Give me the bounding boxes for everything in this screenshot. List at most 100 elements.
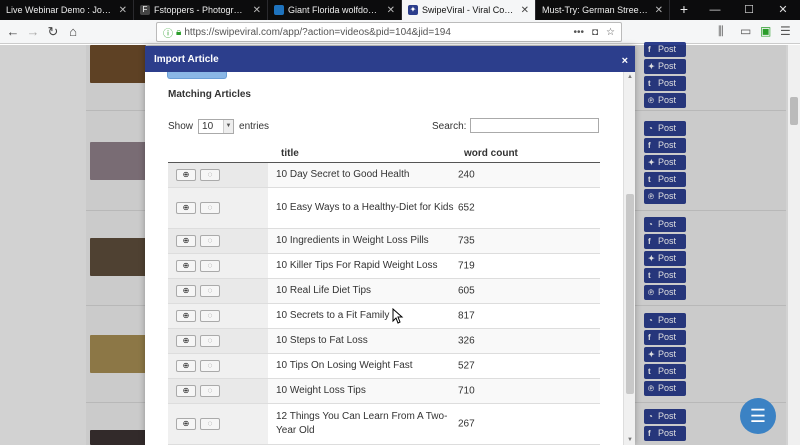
- window-controls: — ☐ ✕: [698, 0, 800, 20]
- partial-top-button[interactable]: [167, 72, 227, 79]
- home-icon[interactable]: ⌂: [64, 23, 82, 41]
- page-actions-icon[interactable]: •••: [573, 27, 584, 38]
- tab-title: SwipeViral - Viral Content at: [422, 5, 515, 15]
- extension-icon[interactable]: ▣: [760, 24, 771, 38]
- browser-tab[interactable]: F Fstoppers - Photography Ne ✕: [134, 0, 268, 20]
- search-label: Search:: [432, 121, 467, 132]
- tab-title: Fstoppers - Photography Ne: [154, 5, 247, 15]
- page-scrollbar[interactable]: [788, 45, 800, 445]
- loading-spinner-icon[interactable]: ◌: [200, 385, 220, 397]
- add-article-button[interactable]: ⊕: [176, 360, 196, 372]
- tab-close-icon[interactable]: ✕: [387, 5, 395, 16]
- new-tab-button[interactable]: +: [670, 0, 698, 20]
- article-title: 10 Easy Ways to a Healthy-Diet for Kids: [276, 202, 454, 213]
- browser-tab[interactable]: Giant Florida wolfdog goes ✕: [268, 0, 402, 20]
- column-header-word-count[interactable]: word count: [464, 148, 518, 159]
- import-article-modal: Import Article × Matching Articles Show …: [145, 46, 635, 445]
- loading-spinner-icon[interactable]: ◌: [200, 235, 220, 247]
- chat-widget-icon[interactable]: ☰: [740, 398, 776, 434]
- article-word-count: 719: [458, 260, 475, 272]
- library-icon[interactable]: ⫼: [718, 24, 724, 39]
- tab-title: Must-Try: German Street Food: [542, 5, 649, 15]
- back-arrow-icon[interactable]: ←: [4, 23, 22, 41]
- scroll-down-icon[interactable]: ▼: [624, 435, 636, 445]
- tab-close-icon[interactable]: ✕: [253, 5, 261, 16]
- article-word-count: 710: [458, 385, 475, 397]
- modal-close-icon[interactable]: ×: [622, 47, 628, 75]
- add-article-button[interactable]: ⊕: [176, 260, 196, 272]
- chevron-down-icon: ▼: [223, 120, 234, 133]
- browser-tab[interactable]: Must-Try: German Street Food ✕: [536, 0, 670, 20]
- table-row: ⊕ ◌ 10 Ingredients in Weight Loss Pills …: [168, 229, 600, 254]
- reload-icon[interactable]: ↻: [44, 23, 62, 41]
- search-input[interactable]: [470, 118, 599, 133]
- add-article-button[interactable]: ⊕: [176, 235, 196, 247]
- section-title: Matching Articles: [168, 89, 251, 100]
- article-title: 10 Ingredients in Weight Loss Pills: [276, 235, 429, 246]
- browser-tab-active[interactable]: ✦ SwipeViral - Viral Content at ✕: [402, 0, 536, 20]
- add-article-button[interactable]: ⊕: [176, 310, 196, 322]
- info-icon[interactable]: ⓘ: [163, 25, 173, 40]
- maximize-icon[interactable]: ☐: [732, 0, 766, 20]
- page-scrollbar-thumb[interactable]: [790, 97, 798, 125]
- loading-spinner-icon[interactable]: ◌: [200, 260, 220, 272]
- articles-table: title word count ⊕ ◌ 10 Day Secret to Go…: [168, 136, 600, 445]
- table-row: ⊕ ◌ 10 Day Secret to Good Health 240: [168, 163, 600, 188]
- add-article-button[interactable]: ⊕: [176, 285, 196, 297]
- loading-spinner-icon[interactable]: ◌: [200, 285, 220, 297]
- forward-arrow-icon[interactable]: →: [24, 23, 42, 41]
- lock-icon: 🔒︎: [176, 26, 182, 38]
- tab-close-icon[interactable]: ✕: [521, 5, 529, 16]
- minimize-icon[interactable]: —: [698, 0, 732, 20]
- add-article-button[interactable]: ⊕: [176, 418, 196, 430]
- add-article-button[interactable]: ⊕: [176, 385, 196, 397]
- article-title: 10 Secrets to a Fit Family: [276, 310, 390, 321]
- table-row: ⊕ ◌ 10 Killer Tips For Rapid Weight Loss…: [168, 254, 600, 279]
- loading-spinner-icon[interactable]: ◌: [200, 202, 220, 214]
- column-header-title[interactable]: title: [281, 148, 299, 159]
- table-row: ⊕ ◌ 10 Secrets to a Fit Family 817: [168, 304, 600, 329]
- table-row: ⊕ ◌ 10 Tips On Losing Weight Fast 527: [168, 354, 600, 379]
- row-actions: ⊕ ◌: [168, 329, 268, 353]
- modal-scrollbar-thumb[interactable]: [626, 194, 634, 394]
- mouse-cursor-icon: [392, 308, 404, 324]
- table-body: ⊕ ◌ 10 Day Secret to Good Health 240 ⊕ ◌…: [168, 163, 600, 445]
- browser-tab[interactable]: Live Webinar Demo : Job Videos ✕: [0, 0, 134, 20]
- tab-close-icon[interactable]: ✕: [119, 5, 127, 16]
- entries-select-value: 10: [202, 121, 214, 132]
- bookmark-star-icon[interactable]: ☆: [606, 27, 615, 38]
- sidebar-icon[interactable]: ▭: [740, 24, 751, 38]
- scroll-up-icon[interactable]: ▲: [624, 72, 636, 82]
- add-article-button[interactable]: ⊕: [176, 202, 196, 214]
- entries-select[interactable]: 10 ▼: [198, 119, 235, 134]
- add-article-button[interactable]: ⊕: [176, 169, 196, 181]
- table-row: ⊕ ◌ 10 Weight Loss Tips 710: [168, 379, 600, 404]
- loading-spinner-icon[interactable]: ◌: [200, 169, 220, 181]
- close-window-icon[interactable]: ✕: [766, 0, 800, 20]
- article-title: 12 Things You Can Learn From A Two-Year …: [276, 411, 448, 436]
- modal-scrollbar[interactable]: ▲ ▼: [623, 72, 635, 445]
- swipeviral-favicon-icon: ✦: [408, 5, 418, 15]
- table-row: ⊕ ◌ 10 Real Life Diet Tips 605: [168, 279, 600, 304]
- article-title: 10 Day Secret to Good Health: [276, 169, 410, 180]
- url-text[interactable]: https://swipeviral.com/app/?action=video…: [184, 27, 565, 38]
- loading-spinner-icon[interactable]: ◌: [200, 418, 220, 430]
- tab-close-icon[interactable]: ✕: [655, 5, 663, 16]
- row-actions: ⊕ ◌: [168, 229, 268, 253]
- table-row: ⊕ ◌ 12 Things You Can Learn From A Two-Y…: [168, 404, 600, 445]
- tab-title: Live Webinar Demo : Job Videos: [6, 5, 113, 15]
- modal-header: Import Article ×: [145, 46, 635, 72]
- loading-spinner-icon[interactable]: ◌: [200, 310, 220, 322]
- article-word-count: 652: [458, 202, 475, 214]
- article-word-count: 240: [458, 169, 475, 181]
- row-actions: ⊕ ◌: [168, 354, 268, 378]
- menu-icon[interactable]: ☰: [780, 24, 791, 38]
- url-bar[interactable]: ⓘ 🔒︎ https://swipeviral.com/app/?action=…: [156, 22, 622, 42]
- add-article-button[interactable]: ⊕: [176, 335, 196, 347]
- row-actions: ⊕ ◌: [168, 188, 268, 228]
- modal-body: Matching Articles Show 10 ▼ entries Sear…: [145, 72, 623, 445]
- loading-spinner-icon[interactable]: ◌: [200, 360, 220, 372]
- article-word-count: 817: [458, 310, 475, 322]
- loading-spinner-icon[interactable]: ◌: [200, 335, 220, 347]
- pocket-icon[interactable]: ◘: [592, 27, 598, 38]
